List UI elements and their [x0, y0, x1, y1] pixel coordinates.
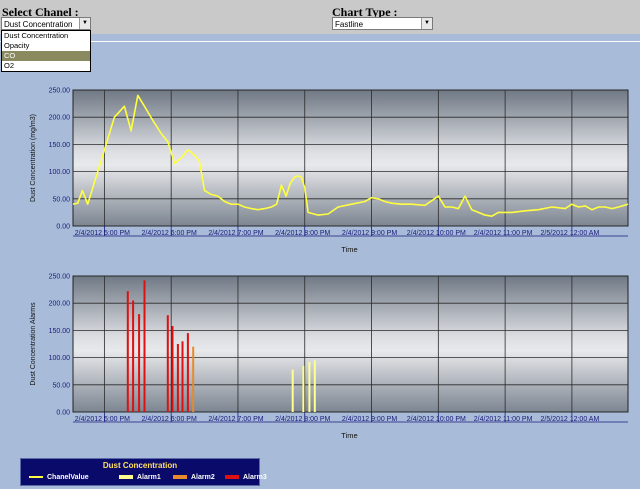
y-tick-label: 50.00	[52, 196, 70, 203]
y-axis-label: Dust Concentration (mg/m3)	[30, 114, 37, 202]
bar-alarm3	[143, 280, 146, 412]
legend-swatch-alarm1	[119, 475, 133, 480]
channel-option-o2[interactable]: O2	[2, 61, 90, 71]
bar-alarm3	[181, 341, 184, 412]
chevron-down-icon[interactable]: ▼	[79, 18, 90, 29]
legend-swatch-chanelvalue	[29, 476, 43, 479]
legend-item-chanelvalue: ChanelValue	[29, 474, 89, 481]
legend-label-alarm3: Alarm3	[243, 474, 267, 481]
y-tick-label: 200.00	[49, 115, 71, 122]
x-axis-label: Time	[341, 245, 357, 254]
legend-label-chanelvalue: ChanelValue	[47, 474, 89, 481]
y-tick-label: 150.00	[49, 328, 71, 335]
channel-option-dust-concentration[interactable]: Dust Concentration	[2, 31, 90, 41]
legend-item-alarm1: Alarm1	[119, 474, 161, 481]
channel-select[interactable]: Dust Concentration ▼	[1, 17, 91, 30]
legend-title: Dust Concentration	[102, 461, 178, 470]
y-tick-label: 0.00	[56, 224, 70, 231]
bar-alarm2	[192, 346, 195, 412]
chart-type-select[interactable]: Fastline ▼	[332, 17, 433, 30]
y-axis-label: Dust Concentration Alarms	[30, 302, 37, 386]
bar-alarm3	[176, 344, 179, 412]
legend-item-alarm3: Alarm3	[225, 474, 267, 481]
channel-dropdown-list: Dust Concentration Opacity CO O2	[1, 30, 91, 72]
channel-option-co[interactable]: CO	[2, 51, 90, 61]
bar-alarm3	[166, 315, 169, 412]
bar-alarm3	[138, 314, 141, 412]
bar-alarm1	[308, 362, 311, 412]
plot-area	[72, 275, 629, 413]
y-tick-label: 50.00	[52, 382, 70, 389]
bar-alarm1	[313, 360, 316, 412]
bar-alarm3	[126, 291, 129, 412]
bar-alarm1	[302, 365, 305, 412]
chart-type-select-value: Fastline	[335, 20, 364, 29]
y-tick-label: 100.00	[49, 169, 71, 176]
legend-swatch-alarm2	[173, 475, 187, 480]
channel-option-opacity[interactable]: Opacity	[2, 41, 90, 51]
header-divider	[0, 41, 640, 42]
legend-item-alarm2: Alarm2	[173, 474, 215, 481]
bar-alarm3	[132, 300, 135, 412]
y-tick-label: 250.00	[49, 274, 71, 281]
top-toolbar	[0, 0, 640, 34]
channel-select-value: Dust Concentration	[4, 20, 73, 29]
x-axis-label: Time	[341, 431, 357, 440]
dust-concentration-alarms-chart: 250.00200.00150.00100.0050.000.002/4/201…	[30, 274, 629, 440]
bar-alarm1	[291, 369, 294, 412]
legend-swatch-alarm3	[225, 475, 239, 480]
y-tick-label: 0.00	[56, 410, 70, 417]
y-tick-label: 200.00	[49, 301, 71, 308]
y-tick-label: 250.00	[49, 88, 71, 95]
legend-label-alarm2: Alarm2	[191, 474, 215, 481]
bar-alarm3	[186, 333, 189, 412]
bar-alarm3	[171, 326, 174, 412]
y-tick-label: 100.00	[49, 355, 71, 362]
legend-label-alarm1: Alarm1	[137, 474, 161, 481]
y-tick-label: 150.00	[49, 142, 71, 149]
chart-legend: Dust Concentration ChanelValue Alarm1 Al…	[20, 458, 267, 486]
plot-area	[72, 89, 629, 227]
dust-concentration-line-chart: 250.00200.00150.00100.0050.000.002/4/201…	[30, 88, 629, 254]
chevron-down-icon[interactable]: ▼	[421, 18, 432, 29]
